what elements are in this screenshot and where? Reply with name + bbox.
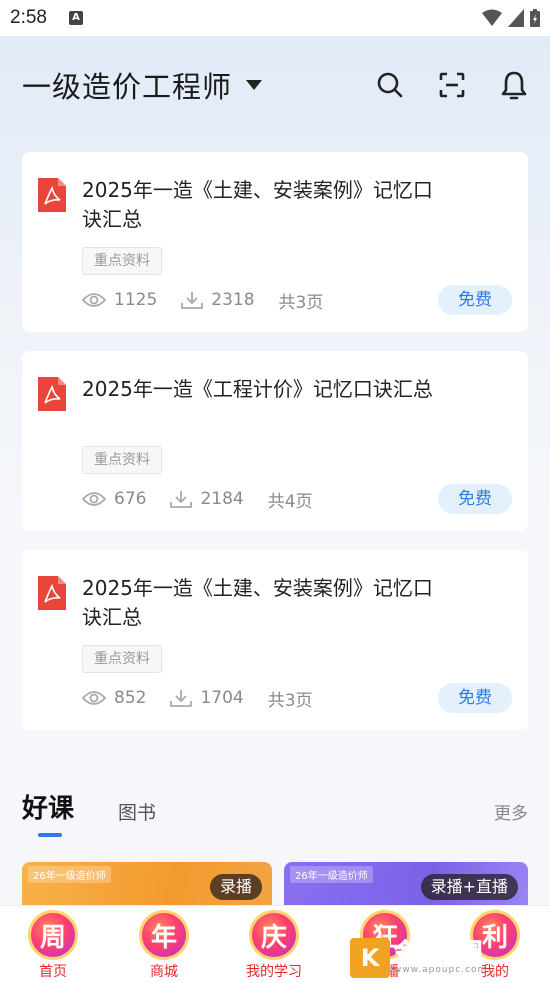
nav-label: 我的学习 (246, 964, 302, 980)
views-stat: 852 (82, 688, 146, 708)
tab-books[interactable]: 图书 (118, 798, 156, 825)
status-icons (482, 9, 540, 27)
scan-icon[interactable] (438, 71, 466, 99)
document-tag: 重点资料 (82, 446, 162, 474)
downloads-stat: 1704 (170, 688, 244, 708)
status-time: 2:58 (10, 7, 47, 28)
exam-selector-title[interactable]: 一级造价工程师 (22, 64, 232, 106)
watermark-name: 金软件园 (393, 940, 483, 965)
document-stats: 1125 2318 共3页 (82, 287, 323, 313)
watermark-logo-icon: K (350, 938, 390, 978)
watermark: K 金软件园 www.apoupc.com (350, 938, 545, 978)
downloads-count: 2318 (211, 290, 255, 310)
pdf-file-icon (38, 377, 66, 411)
tab-good-courses[interactable]: 好课 (22, 788, 74, 825)
eye-icon (82, 691, 106, 705)
document-title: 2025年一造《工程计价》记忆口诀汇总 (82, 377, 433, 401)
document-stats: 676 2184 共4页 (82, 486, 313, 512)
course-type-badge: 录播 (209, 874, 262, 900)
nav-label: 商城 (150, 964, 178, 980)
page-count: 共4页 (267, 491, 313, 512)
document-stats: 852 1704 共3页 (82, 685, 313, 711)
downloads-stat: 2318 (181, 290, 255, 310)
document-tag: 重点资料 (82, 645, 162, 673)
battery-icon (530, 9, 540, 27)
free-button[interactable]: 免费 (438, 285, 512, 315)
bell-icon[interactable] (500, 70, 528, 100)
active-tab-indicator (38, 833, 62, 837)
nav-item-mall[interactable]: 年 商城 (119, 906, 209, 983)
status-bar: 2:58 A (0, 0, 550, 36)
document-title: 2025年一造《土建、安装案例》记忆口诀汇总 (82, 576, 433, 629)
pdf-file-icon (38, 576, 66, 610)
course-label: 26年一级造价师 (290, 866, 373, 883)
nav-label: 首页 (39, 964, 67, 980)
festival-badge-icon: 庆 (249, 910, 299, 960)
header-actions (376, 70, 528, 100)
free-button[interactable]: 免费 (438, 683, 512, 713)
app-header: 一级造价工程师 (0, 60, 550, 110)
search-icon[interactable] (376, 71, 404, 99)
course-type-badge: 录播+直播 (420, 874, 518, 900)
free-button[interactable]: 免费 (438, 484, 512, 514)
page-count: 共3页 (267, 690, 313, 711)
downloads-stat: 2184 (170, 489, 244, 509)
pdf-file-icon (38, 178, 66, 212)
festival-badge-icon: 年 (139, 910, 189, 960)
views-count: 852 (114, 688, 147, 708)
document-card[interactable]: 2025年一造《土建、安装案例》记忆口诀汇总 重点资料 1125 2318 共3… (22, 152, 528, 332)
more-link[interactable]: 更多 (494, 799, 528, 824)
document-tag: 重点资料 (82, 247, 162, 275)
eye-icon (82, 492, 106, 506)
festival-badge-icon: 周 (28, 910, 78, 960)
views-stat: 1125 (82, 290, 157, 310)
views-count: 676 (114, 489, 147, 509)
course-label: 26年一级造价师 (28, 866, 111, 883)
downloads-count: 1704 (200, 688, 244, 708)
download-icon (170, 491, 193, 508)
signal-icon (508, 9, 524, 27)
caret-down-icon[interactable] (246, 80, 263, 90)
document-card[interactable]: 2025年一造《工程计价》记忆口诀汇总 重点资料 676 2184 共4页 免费 (22, 351, 528, 531)
document-title: 2025年一造《土建、安装案例》记忆口诀汇总 (82, 178, 433, 231)
document-card[interactable]: 2025年一造《土建、安装案例》记忆口诀汇总 重点资料 852 1704 共3页… (22, 550, 528, 730)
nav-item-my-learning[interactable]: 庆 我的学习 (229, 906, 319, 983)
download-icon (181, 292, 204, 309)
watermark-url: www.apoupc.com (394, 965, 488, 975)
downloads-count: 2184 (200, 489, 244, 509)
wifi-icon (482, 9, 502, 26)
eye-icon (82, 293, 106, 307)
views-count: 1125 (114, 290, 158, 310)
accessibility-icon: A (68, 11, 83, 25)
views-stat: 676 (82, 489, 146, 509)
nav-item-home[interactable]: 周 首页 (8, 906, 98, 983)
page-count: 共3页 (278, 292, 324, 313)
download-icon (170, 690, 193, 707)
section-tabs: 好课 图书 更多 (22, 788, 528, 840)
watermark-text: 金软件园 www.apoupc.com (393, 940, 488, 975)
